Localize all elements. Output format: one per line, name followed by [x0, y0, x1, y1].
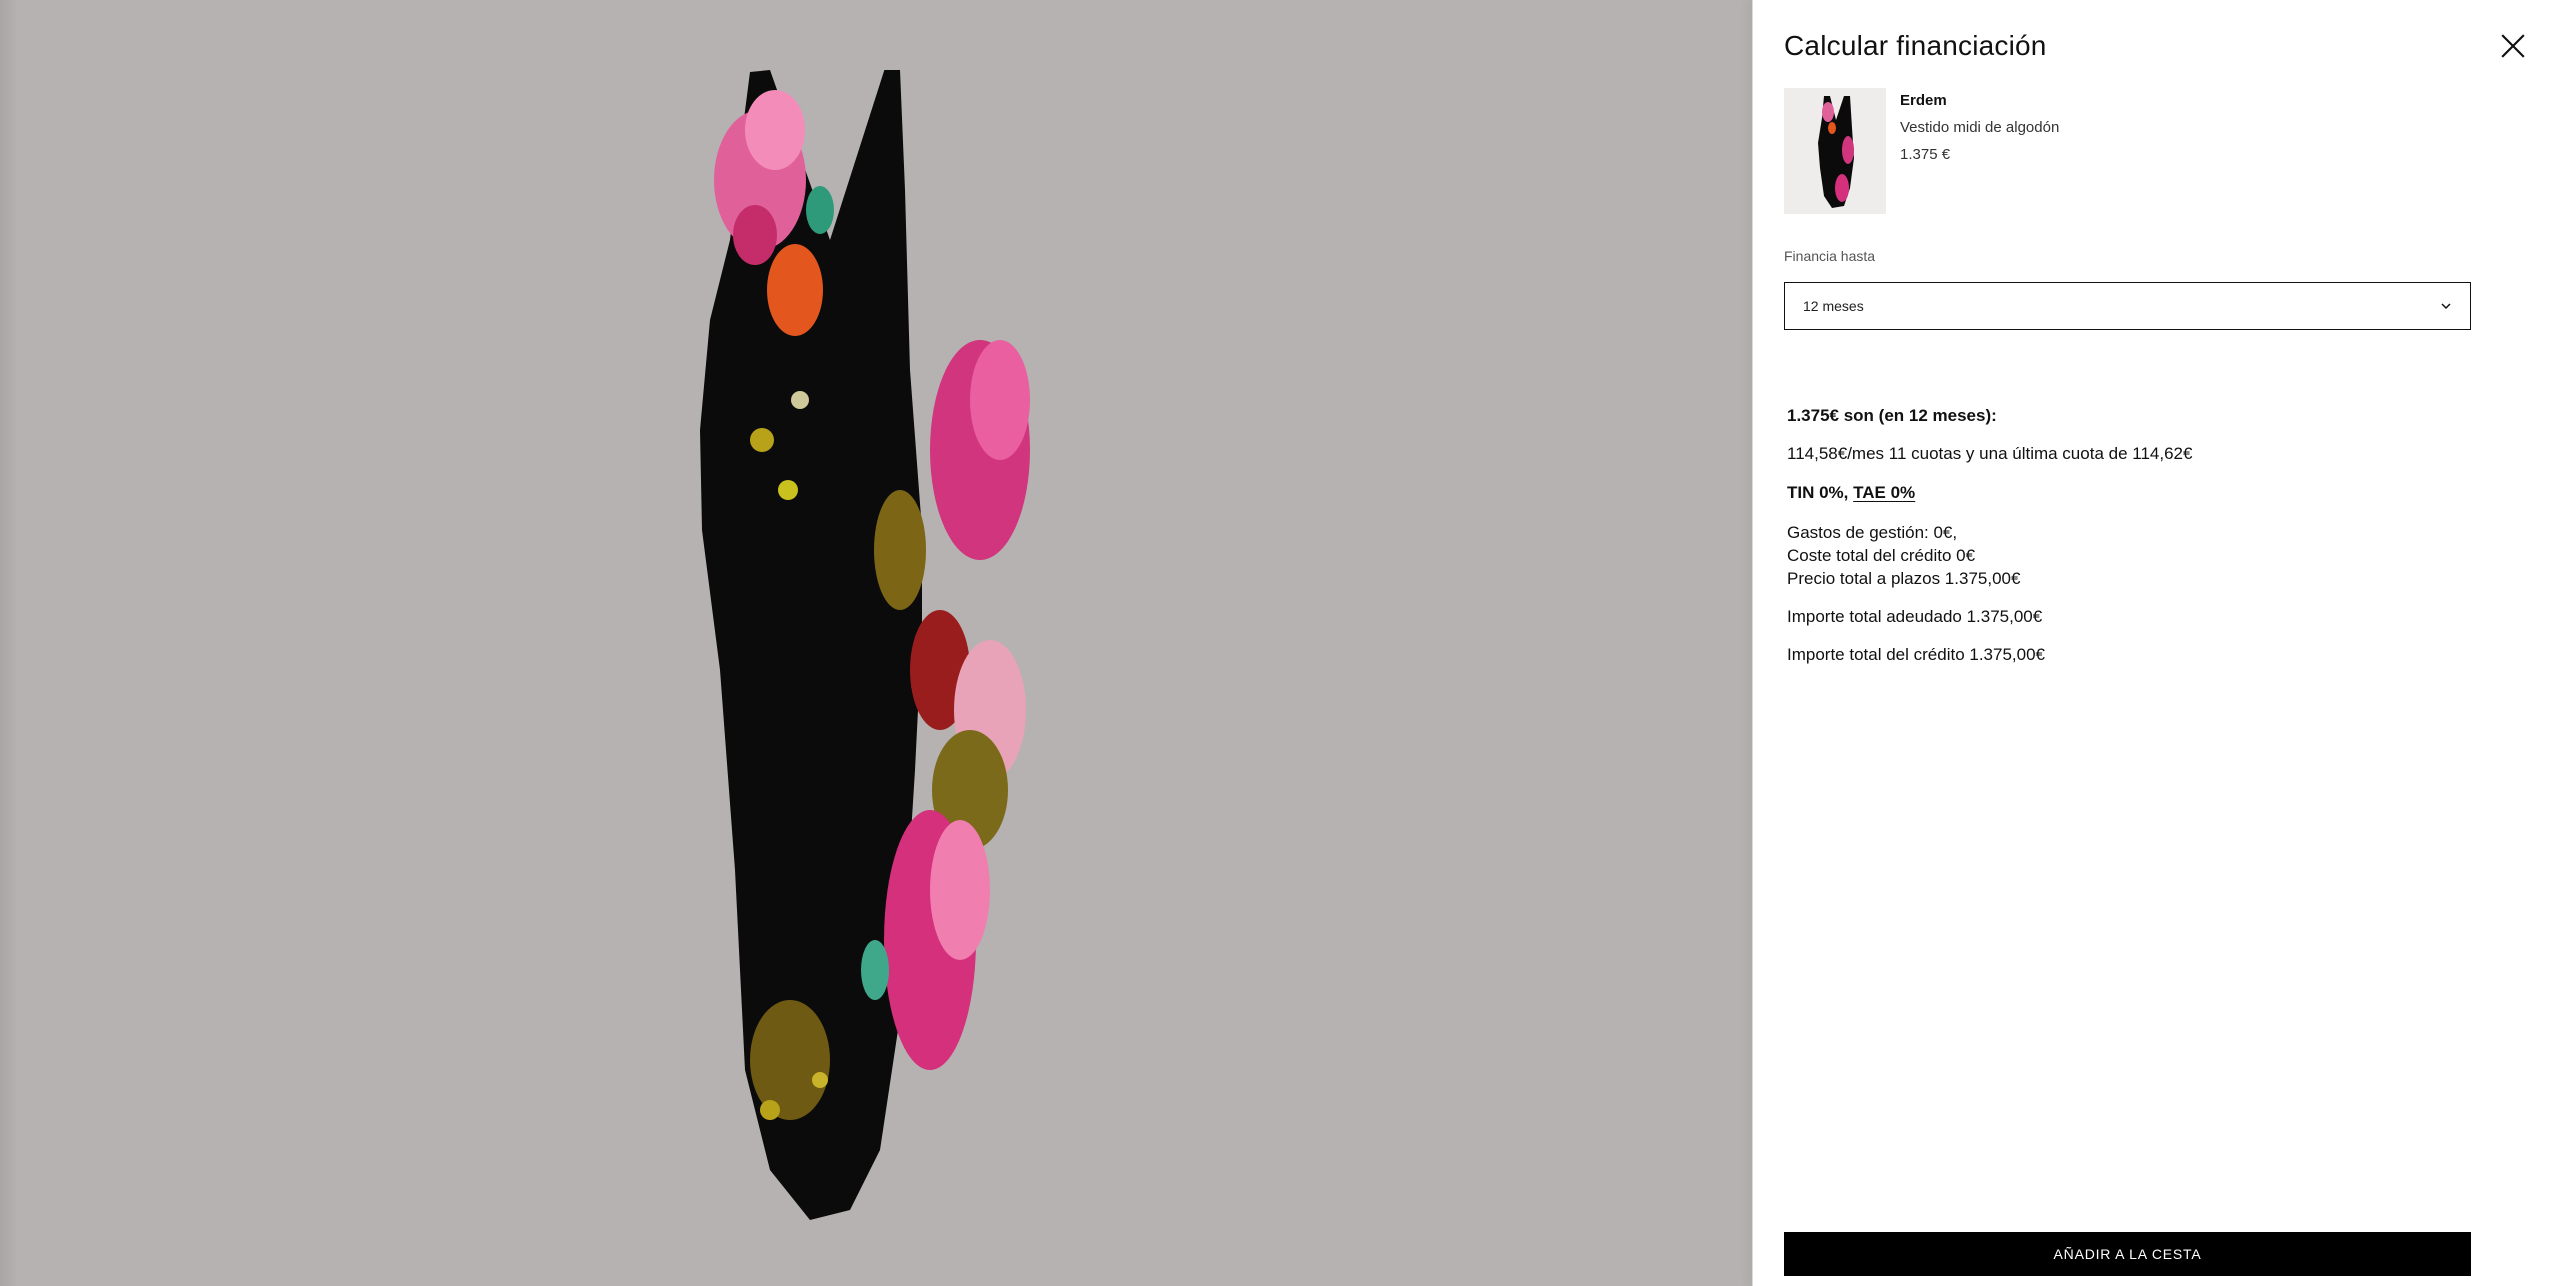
- product-brand: Erdem: [1900, 92, 1947, 109]
- drawer-title: Calcular financiación: [1784, 30, 2047, 61]
- close-icon: [2501, 34, 2525, 58]
- financing-term-select[interactable]: 12 meses: [1784, 282, 2471, 330]
- product-name: Vestido midi de algodón: [1900, 119, 2060, 136]
- interest-rates: TIN 0%, TAE 0%: [1787, 481, 2467, 504]
- cost-breakdown: Gastos de gestión: 0€, Coste total del c…: [1787, 521, 2467, 590]
- total-owed: Importe total adeudado 1.375,00€: [1787, 607, 2043, 626]
- tin-rate: TIN 0%,: [1787, 483, 1849, 502]
- product-image: [700, 70, 1070, 1220]
- total-installment-price: Precio total a plazos 1.375,00€: [1787, 569, 2021, 588]
- page-overlay[interactable]: [0, 0, 1752, 1286]
- financing-label: Financia hasta: [1784, 248, 1876, 264]
- total-credit-amount: Importe total del crédito 1.375,00€: [1787, 645, 2045, 664]
- product-thumbnail: [1784, 88, 1886, 214]
- product-info: Erdem Vestido midi de algodón 1.375 €: [1900, 92, 2059, 163]
- gallery-edge: [0, 0, 18, 1286]
- financing-drawer: Calcular financiación Erdem Vestido midi…: [1752, 0, 2560, 1286]
- financing-term-value: 12 meses: [1803, 298, 1864, 314]
- total-credit-cost: Coste total del crédito 0€: [1787, 546, 1976, 565]
- close-button[interactable]: [2493, 26, 2533, 66]
- summary-heading: 1.375€ son (en 12 meses):: [1787, 406, 1997, 425]
- tae-rate-link[interactable]: TAE 0%: [1853, 483, 1915, 502]
- management-fees: Gastos de gestión: 0€,: [1787, 523, 1958, 542]
- monthly-payment: 114,58€/mes 11 cuotas y una última cuota…: [1787, 444, 2193, 463]
- add-to-cart-button[interactable]: AÑADIR A LA CESTA: [1784, 1232, 2471, 1276]
- chevron-down-icon: [2441, 303, 2451, 310]
- financing-summary: 1.375€ son (en 12 meses): 114,58€/mes 11…: [1787, 404, 2467, 666]
- product-price: 1.375 €: [1900, 146, 1951, 163]
